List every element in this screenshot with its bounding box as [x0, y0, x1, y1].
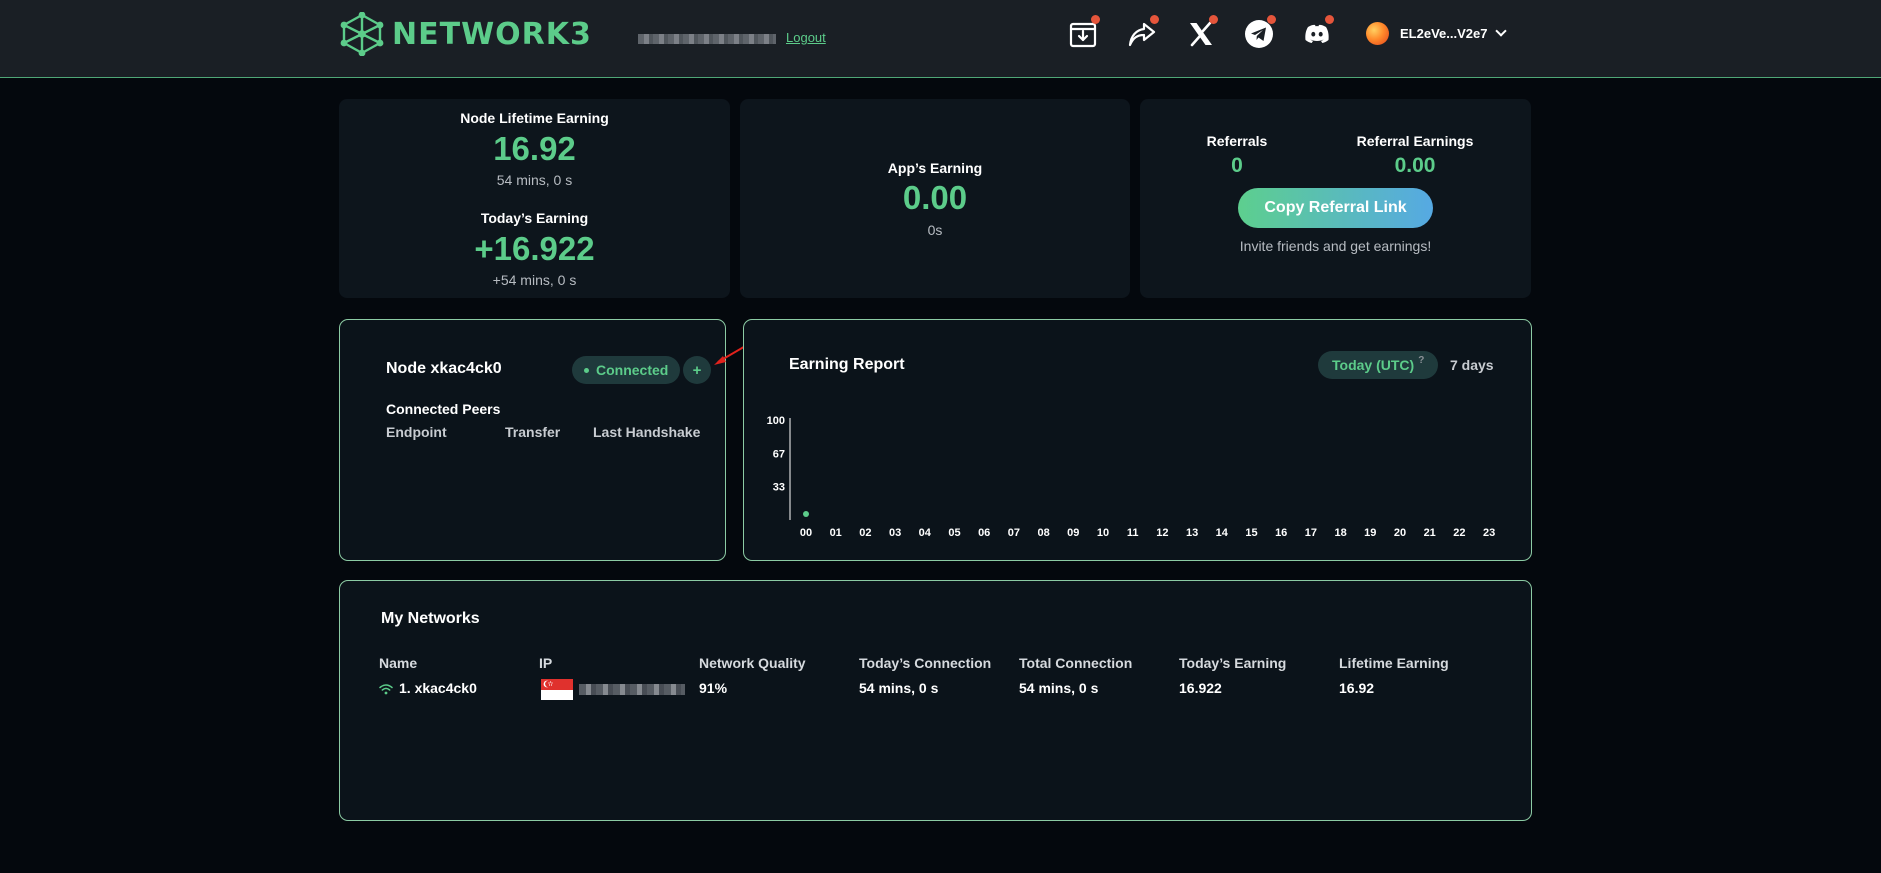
x-tick-label: 12: [1156, 527, 1168, 539]
y-tick-label: 33: [773, 482, 785, 494]
earning-chart: 100 67 33 00 01 02 03 04 05 06 07 08 09 10 11 12 13 14 15 1…: [767, 415, 1496, 539]
notification-dot: [1209, 15, 1218, 24]
row-today-earning: 16.922: [1179, 680, 1222, 696]
x-tick-label: 09: [1067, 527, 1079, 539]
row-lifetime-earning: 16.92: [1339, 680, 1375, 696]
row-name: 1. xkac4ck0: [399, 680, 477, 696]
app-earning-value: 0.00: [902, 179, 968, 216]
row-quality: 91%: [699, 680, 728, 696]
col-todays-earning: Today’s Earning: [1179, 655, 1287, 671]
x-tick-label: 07: [1008, 527, 1020, 539]
node-earning-card: Node Lifetime Earning 16.92 54 mins, 0 s…: [339, 99, 730, 298]
download-button[interactable]: [1065, 15, 1101, 52]
x-tick-label: 06: [978, 527, 990, 539]
x-tick-label: 00: [800, 527, 812, 539]
logo-text: NETWORK3: [392, 16, 592, 52]
top-header: NETWORK3 Logout EL2eVe...V2e7: [0, 0, 1881, 78]
logout-link[interactable]: Logout: [786, 30, 826, 45]
referral-card: Referrals 0 Referral Earnings 0.00 Copy …: [1140, 99, 1531, 298]
row-total-connection: 54 mins, 0 s: [1019, 680, 1099, 696]
x-tick-label: 03: [889, 527, 901, 539]
peers-col-last-handshake: Last Handshake: [593, 424, 701, 440]
discord-button[interactable]: [1299, 15, 1335, 52]
x-tick-label: 04: [919, 527, 932, 539]
row-today-connection: 54 mins, 0 s: [859, 680, 939, 696]
add-peer-button[interactable]: +: [683, 356, 711, 384]
x-tick-label: 14: [1216, 527, 1229, 539]
app-earning-card: App’s Earning 0.00 0s: [740, 99, 1130, 298]
referrals-label: Referrals: [1206, 133, 1268, 149]
data-point: [803, 511, 809, 517]
earning-report-card: Earning Report Today (UTC) ? 7 days 100 6…: [743, 319, 1532, 561]
y-tick-label: 100: [767, 415, 785, 427]
share-button[interactable]: [1124, 15, 1160, 52]
today-earning-value: +16.922: [474, 230, 595, 267]
app-earning-label: App’s Earning: [887, 160, 983, 176]
today-earning-label: Today’s Earning: [480, 210, 589, 226]
node-lifetime-value: 16.92: [493, 130, 576, 167]
copy-referral-link-button[interactable]: Copy Referral Link: [1238, 188, 1433, 228]
x-tick-label: 19: [1364, 527, 1376, 539]
col-todays-connection: Today’s Connection: [859, 655, 992, 671]
connected-status-badge: Connected: [572, 356, 681, 384]
wallet-menu[interactable]: EL2eVe...V2e7: [1366, 22, 1508, 45]
y-tick-label: 67: [773, 448, 785, 460]
wallet-address: EL2eVe...V2e7: [1400, 26, 1488, 41]
masked-email: [638, 34, 776, 44]
my-networks-title: My Networks: [381, 610, 480, 627]
invite-text: Invite friends and get earnings!: [1239, 238, 1432, 254]
col-name: Name: [379, 655, 418, 671]
app-earning-duration: 0s: [927, 222, 943, 238]
my-networks-card: My Networks Name IP Network Quality Toda…: [339, 580, 1532, 821]
peers-col-transfer: Transfer: [505, 424, 561, 440]
x-tick-label: 17: [1305, 527, 1317, 539]
wifi-icon: [379, 684, 393, 695]
x-tick-label: 15: [1245, 527, 1257, 539]
masked-ip: [579, 684, 685, 695]
status-text: Connected: [596, 362, 669, 378]
node-title: Node xkac4ck0: [386, 360, 502, 377]
node-lifetime-label: Node Lifetime Earning: [460, 110, 609, 126]
x-tick-label: 16: [1275, 527, 1287, 539]
col-ip: IP: [539, 655, 553, 671]
col-network-quality: Network Quality: [699, 655, 806, 671]
x-tick-label: 22: [1453, 527, 1465, 539]
wallet-avatar: [1366, 22, 1389, 45]
status-dot: [584, 367, 589, 373]
today-earning-duration: +54 mins, 0 s: [492, 272, 577, 288]
notification-dot: [1150, 15, 1159, 24]
referral-earnings-value: 0.00: [1394, 154, 1436, 177]
x-tick-label: 13: [1186, 527, 1198, 539]
x-tick-label: 10: [1097, 527, 1109, 539]
network-node-logo-icon: [340, 12, 384, 56]
chevron-down-icon: [1495, 25, 1508, 37]
referral-earnings-label: Referral Earnings: [1356, 133, 1474, 149]
connected-peers-title: Connected Peers: [386, 401, 501, 417]
x-tick-label: 11: [1127, 527, 1139, 539]
singapore-flag-icon: [541, 679, 573, 700]
x-tick-label: 01: [830, 527, 842, 539]
notification-dot: [1091, 15, 1100, 24]
telegram-button[interactable]: [1241, 15, 1277, 52]
x-button[interactable]: [1183, 15, 1219, 52]
x-tick-label: 23: [1483, 527, 1495, 539]
notification-dot: [1267, 15, 1276, 24]
x-tick-label: 08: [1037, 527, 1049, 539]
col-total-connection: Total Connection: [1019, 655, 1133, 671]
x-tick-label: 18: [1334, 527, 1346, 539]
notification-dot: [1325, 15, 1334, 24]
x-tick-label: 21: [1424, 527, 1436, 539]
node-lifetime-duration: 54 mins, 0 s: [496, 172, 573, 188]
node-card: Node xkac4ck0 Connected + Connected Peer…: [339, 319, 726, 561]
col-lifetime-earning: Lifetime Earning: [1339, 655, 1449, 671]
x-tick-label: 05: [948, 527, 960, 539]
peers-col-endpoint: Endpoint: [386, 424, 447, 440]
referrals-value: 0: [1231, 154, 1243, 177]
x-tick-label: 20: [1394, 527, 1406, 539]
x-tick-label: 02: [859, 527, 871, 539]
network3-logo[interactable]: NETWORK3: [338, 12, 592, 56]
